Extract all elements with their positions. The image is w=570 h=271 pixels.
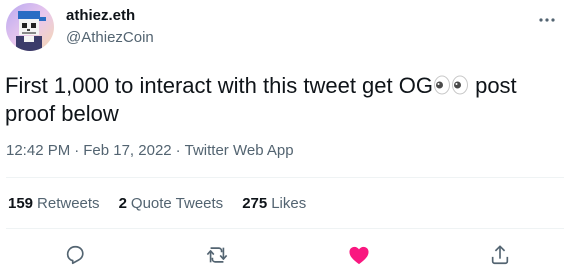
divider <box>6 177 564 178</box>
divider <box>6 228 564 229</box>
tweet-metadata: 12:42 PM · Feb 17, 2022 · Twitter Web App <box>6 142 294 159</box>
author-block: athiez.eth @AthiezCoin <box>66 6 154 47</box>
ellipsis-icon <box>539 18 555 22</box>
separator-dot: · <box>74 142 80 159</box>
retweets-stat[interactable]: 159 Retweets <box>8 195 100 212</box>
likes-count: 275 <box>242 195 268 212</box>
likes-stat[interactable]: 275 Likes <box>242 195 306 212</box>
quote-tweets-label: Quote Tweets <box>130 195 224 212</box>
more-options-button[interactable] <box>534 10 560 30</box>
share-button[interactable] <box>488 243 512 267</box>
tweet-text-part-1: First 1,000 to interact with this tweet … <box>5 73 433 98</box>
author-display-name[interactable]: athiez.eth <box>66 6 154 25</box>
engagement-stats: 159 Retweets 2 Quote Tweets 275 Likes <box>8 195 325 212</box>
pixel-skull-avatar-icon <box>6 3 54 51</box>
quote-tweets-stat[interactable]: 2 Quote Tweets <box>119 195 224 212</box>
retweet-button[interactable] <box>205 243 229 267</box>
retweet-icon <box>206 247 228 263</box>
reply-button[interactable] <box>63 243 87 267</box>
tweet-time[interactable]: 12:42 PM <box>6 142 70 159</box>
retweets-label: Retweets <box>37 195 100 212</box>
separator-dot: · <box>175 142 181 159</box>
eyes-emoji-icon <box>433 74 469 95</box>
heart-icon <box>349 246 369 265</box>
like-button[interactable] <box>347 243 371 267</box>
avatar[interactable] <box>6 3 54 51</box>
tweet-date[interactable]: Feb 17, 2022 <box>83 142 171 159</box>
retweets-count: 159 <box>8 195 34 212</box>
share-icon <box>491 245 509 265</box>
tweet-actions-bar <box>0 243 570 267</box>
quote-tweets-count: 2 <box>118 195 127 212</box>
author-handle[interactable]: @AthiezCoin <box>66 28 154 47</box>
tweet-text: First 1,000 to interact with this tweet … <box>5 72 560 128</box>
reply-icon <box>66 245 84 265</box>
likes-label: Likes <box>271 195 307 212</box>
tweet-source-link[interactable]: Twitter Web App <box>185 142 294 159</box>
